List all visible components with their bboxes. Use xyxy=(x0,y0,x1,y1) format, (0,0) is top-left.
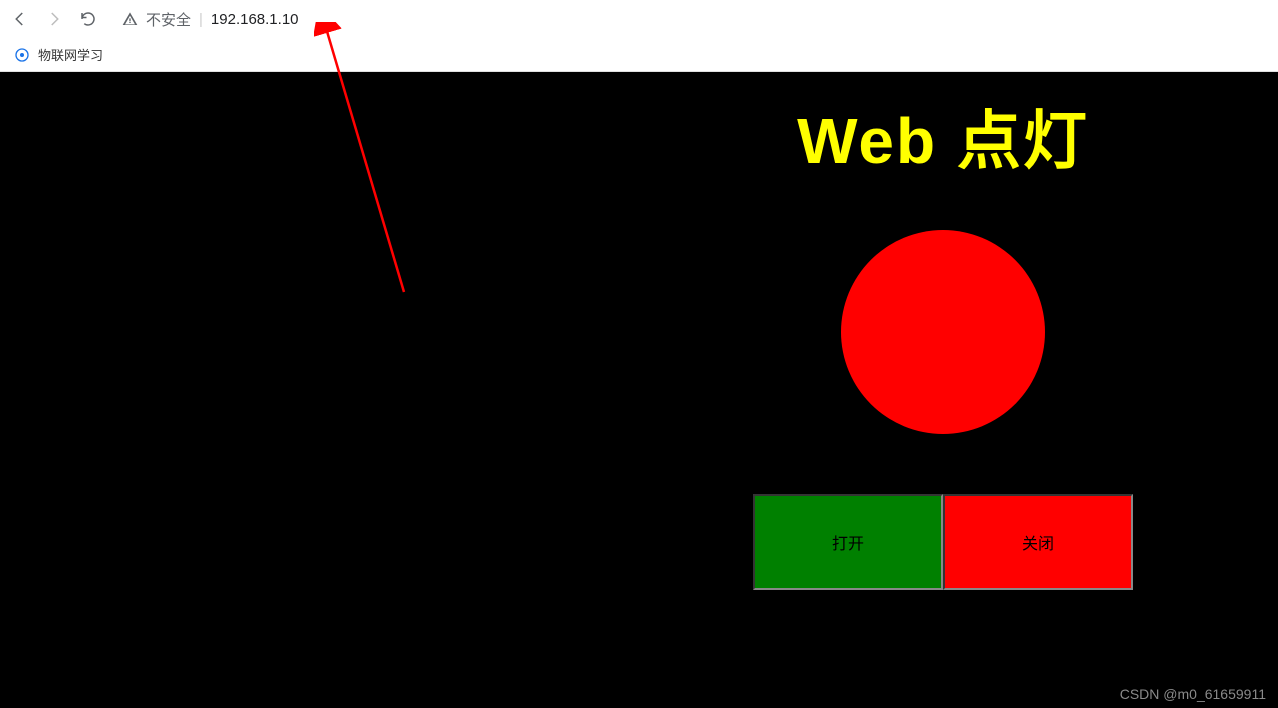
not-secure-label: 不安全 xyxy=(146,9,191,30)
reload-button[interactable] xyxy=(78,9,98,29)
bookmark-favicon xyxy=(14,47,30,63)
bookmark-label[interactable]: 物联网学习 xyxy=(38,45,103,64)
reload-icon xyxy=(79,10,97,28)
arrow-right-icon xyxy=(45,10,63,28)
bookmark-bar: 物联网学习 xyxy=(0,38,1278,72)
close-button[interactable]: 关闭 xyxy=(943,494,1133,590)
arrow-left-icon xyxy=(11,10,29,28)
open-button-label: 打开 xyxy=(832,530,864,554)
content-column: Web 点灯 打开 关闭 xyxy=(728,90,1158,590)
address-divider: | xyxy=(199,11,203,28)
open-button[interactable]: 打开 xyxy=(753,494,943,590)
close-button-label: 关闭 xyxy=(1022,530,1054,554)
button-row: 打开 关闭 xyxy=(753,494,1133,590)
back-button[interactable] xyxy=(10,9,30,29)
page-body: Web 点灯 打开 关闭 CSDN @m0_61659911 xyxy=(0,72,1278,708)
page-title: Web 点灯 xyxy=(797,90,1089,182)
watermark: CSDN @m0_61659911 xyxy=(1120,686,1266,702)
warning-icon xyxy=(122,11,138,27)
url-text: 192.168.1.10 xyxy=(211,11,299,28)
address-bar[interactable]: 不安全 | 192.168.1.10 xyxy=(112,9,1268,30)
led-indicator xyxy=(841,230,1045,434)
forward-button[interactable] xyxy=(44,9,64,29)
browser-toolbar: 不安全 | 192.168.1.10 xyxy=(0,0,1278,38)
